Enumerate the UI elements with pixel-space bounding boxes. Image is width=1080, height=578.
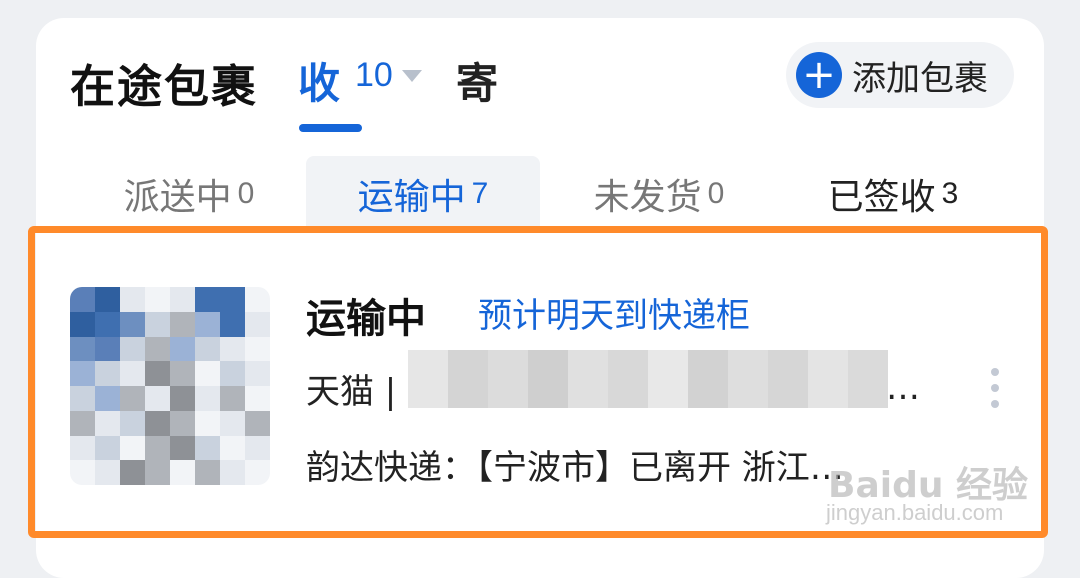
tab-receive-count[interactable]: 10 bbox=[355, 56, 393, 95]
package-shop: 天猫 | bbox=[306, 372, 397, 412]
plus-circle-icon: + bbox=[796, 52, 842, 98]
package-status: 运输中 bbox=[306, 296, 426, 342]
package-name-redacted bbox=[408, 350, 888, 408]
package-eta: 预计明天到快递柜 bbox=[478, 296, 750, 336]
subtab-count: 3 bbox=[941, 177, 959, 210]
subtab-label: 运输中 bbox=[357, 177, 466, 218]
tab-send[interactable]: 寄 bbox=[456, 50, 498, 111]
subtab-signed[interactable]: 已签收 3 bbox=[800, 156, 986, 232]
subtab-count: 0 bbox=[237, 177, 255, 210]
package-tracking: 韵达快递：【宁波市】已离开 浙江… bbox=[306, 448, 844, 488]
subtab-label: 派送中 bbox=[123, 177, 232, 218]
package-name-ellipsis: … bbox=[886, 368, 922, 408]
subtab-label: 未发货 bbox=[593, 177, 702, 218]
subtab-in-transit[interactable]: 运输中 7 bbox=[306, 156, 540, 232]
page-title: 在途包裹 bbox=[70, 60, 259, 113]
subtab-not-shipped[interactable]: 未发货 0 bbox=[566, 156, 752, 232]
caret-down-icon[interactable] bbox=[402, 70, 422, 82]
tab-active-indicator bbox=[299, 124, 362, 132]
subtab-label: 已签收 bbox=[827, 177, 936, 218]
subtab-delivering[interactable]: 派送中 0 bbox=[96, 156, 282, 232]
add-package-label: 添加包裹 bbox=[852, 58, 988, 99]
add-package-button[interactable]: + 添加包裹 bbox=[786, 42, 1014, 108]
subtab-count: 0 bbox=[707, 177, 725, 210]
package-thumbnail bbox=[70, 287, 270, 485]
watermark-url: jingyan.baidu.com bbox=[826, 500, 1004, 525]
subtab-count: 7 bbox=[471, 177, 489, 210]
tab-receive[interactable]: 收 bbox=[298, 50, 340, 111]
more-vertical-icon[interactable] bbox=[990, 368, 1000, 408]
